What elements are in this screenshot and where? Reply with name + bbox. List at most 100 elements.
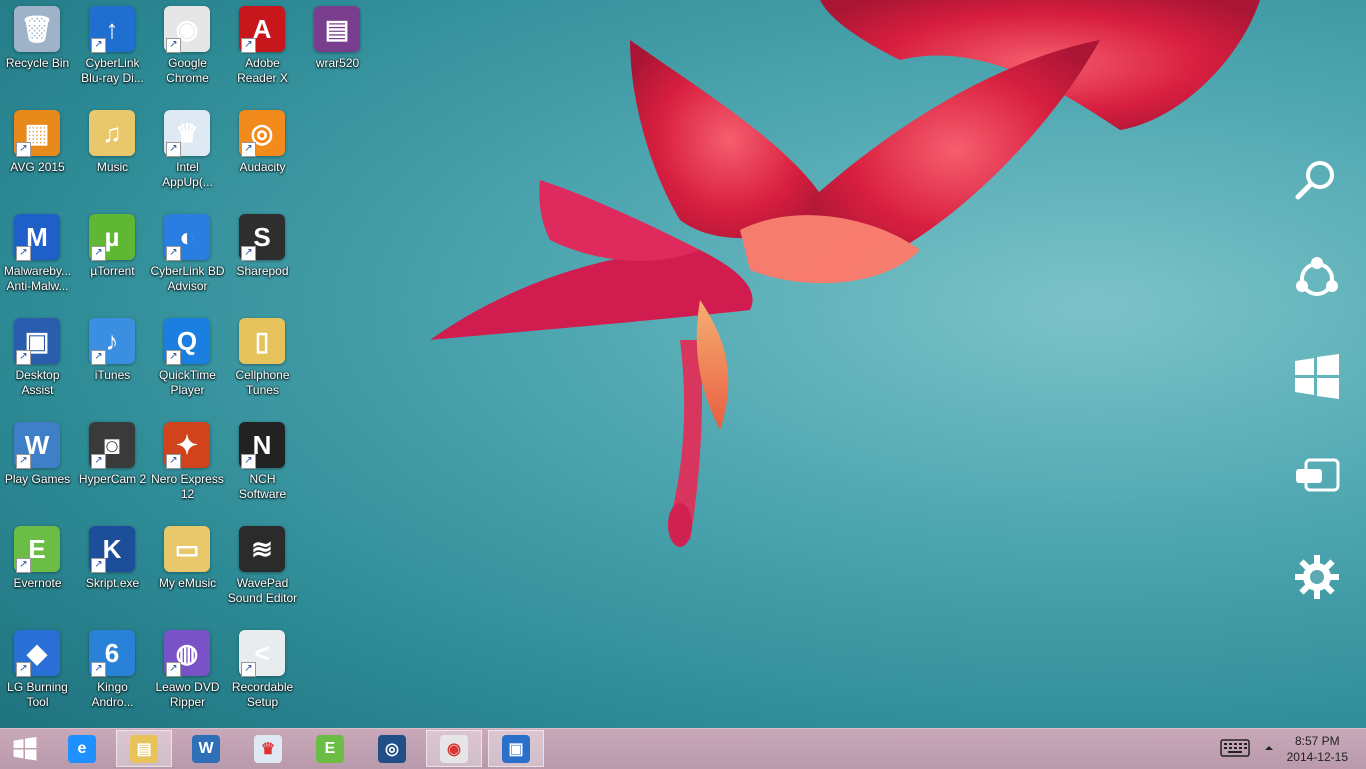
search-charm[interactable] [1292,155,1342,205]
desktop-icon[interactable]: ▦ ↗ AVG 2015 [0,104,75,204]
desktop-icon[interactable]: ◐ ↗ CyberLink BD Advisor [150,208,225,308]
desktop-icon[interactable]: ▭ My eMusic [150,520,225,620]
show-hidden-icons-button[interactable] [1262,741,1276,755]
shortcut-arrow-icon: ↗ [16,350,31,365]
shortcut-arrow-icon: ↗ [166,454,181,469]
shortcut-arrow-icon: ↗ [91,454,106,469]
taskbar-button[interactable]: W [178,730,234,767]
taskbar-button[interactable]: ◎ [364,730,420,767]
intel-appup-icon: ♛ [254,734,282,763]
desktop-icon[interactable]: ≋ WavePad Sound Editor [225,520,300,620]
desktop-icon[interactable]: A ↗ Adobe Reader X [225,0,300,100]
desktop-icon[interactable]: 🗑 Recycle Bin [0,0,75,100]
taskbar-button[interactable]: e [54,730,110,767]
taskbar-button[interactable] [0,730,50,767]
desktop-icon[interactable]: ▣ ↗ Desktop Assist [0,312,75,412]
gear-icon [1295,555,1339,599]
clock-time: 8:57 PM [1294,734,1340,748]
desktop-icon-label: Google Chrome [166,56,209,85]
winrar-icon: ▤ [314,6,360,52]
desktop-icon[interactable]: ✦ ↗ Nero Express 12 [150,416,225,516]
desktop-icon-label: Sharepod [236,264,289,278]
desktop-icon-label: HyperCam 2 [78,472,147,486]
desktop-icon-label: Music [96,160,129,174]
desktop-icon-label: Adobe Reader X [237,56,288,85]
shortcut-arrow-icon: ↗ [91,350,106,365]
desktop-icon-label: Audacity [239,160,286,174]
desktop-icon[interactable]: ◎ ↗ Audacity [225,104,300,204]
shortcut-arrow-icon: ↗ [241,246,256,261]
desktop-icon[interactable]: M ↗ Malwareby... Anti-Malw... [0,208,75,308]
charms-bar [1280,0,1366,728]
share-icon [1296,257,1338,296]
devices-icon [1296,458,1340,492]
desktop-icon[interactable]: 6 ↗ Kingo Andro... [75,624,150,724]
desktop-icon[interactable]: ↑ ↗ CyberLink Blu-ray Di... [75,0,150,100]
shortcut-arrow-icon: ↗ [241,38,256,53]
folder-icon: ♫ [89,110,135,156]
desktop-icon-label: CyberLink BD Advisor [150,264,225,293]
desktop-icon[interactable]: ◆ ↗ LG Burning Tool [0,624,75,724]
desktop-icon[interactable]: < ↗ Recordable Setup [225,624,300,724]
desktop-icon-label: Recycle Bin [5,56,70,70]
taskbar-button[interactable]: ◉ [426,730,482,767]
desktop-icon[interactable]: ♪ ↗ iTunes [75,312,150,412]
search-icon [1295,161,1334,200]
desktop-icon[interactable]: ▤ wrar520 [300,0,375,100]
desktop-icon-label: iTunes [94,368,131,382]
desktop-icon[interactable]: ♛ ↗ Intel AppUp(... [150,104,225,204]
shortcut-arrow-icon: ↗ [91,246,106,261]
desktop-icon-label: Desktop Assist [15,368,60,397]
shortcut-arrow-icon: ↗ [241,142,256,157]
shortcut-arrow-icon: ↗ [16,454,31,469]
system-clock[interactable]: 8:57 PM 2014-12-15 [1287,733,1348,765]
desktop-icon-label: Kingo Andro... [91,680,134,709]
desktop-icon[interactable]: ◍ ↗ Leawo DVD Ripper [150,624,225,724]
desktop-icon[interactable]: E ↗ Evernote [0,520,75,620]
desktop-icon[interactable]: ▯ Cellphone Tunes [225,312,300,412]
touch-keyboard-button[interactable] [1220,739,1250,757]
shortcut-arrow-icon: ↗ [166,662,181,677]
taskbar-button[interactable]: ▣ [488,730,544,767]
desktop-icon[interactable]: ◙ ↗ HyperCam 2 [75,416,150,516]
taskbar-button[interactable]: ♛ [240,730,296,767]
settings-charm[interactable] [1292,552,1342,602]
desktop-icon-label: CyberLink Blu-ray Di... [81,56,144,85]
desktop-icon-label: My eMusic [158,576,217,590]
devices-charm[interactable] [1292,452,1342,502]
desktop-icon[interactable]: W ↗ Play Games [0,416,75,516]
shortcut-arrow-icon: ↗ [241,662,256,677]
shortcut-arrow-icon: ↗ [166,142,181,157]
taskbar-button[interactable]: E [302,730,358,767]
desktop-icon[interactable]: N ↗ NCH Software [225,416,300,516]
share-charm[interactable] [1292,253,1342,303]
desktop-icon-label: Intel AppUp(... [162,160,213,189]
shortcut-arrow-icon: ↗ [16,142,31,157]
desktop-icon-label: WavePad Sound Editor [227,576,298,605]
windows-start-icon [11,735,39,763]
touch-keyboard-icon [1220,739,1250,757]
media-player-icon: ◎ [378,734,406,763]
desktop-icon-label: Leawo DVD Ripper [155,680,220,709]
shortcut-arrow-icon: ↗ [16,246,31,261]
desktop-icon[interactable]: S ↗ Sharepod [225,208,300,308]
wild-games-icon: W [192,734,220,763]
shortcut-arrow-icon: ↗ [91,38,106,53]
desktop-icon[interactable]: ♫ Music [75,104,150,204]
shortcut-arrow-icon: ↗ [16,558,31,573]
desktop-icon[interactable]: Q ↗ QuickTime Player [150,312,225,412]
wavepad-icon: ≋ [239,526,285,572]
desktop-icon[interactable]: K ↗ Skript.exe [75,520,150,620]
start-charm[interactable] [1292,352,1342,402]
desktop-icon-label: Play Games [4,472,71,486]
desktop-icon-label: QuickTime Player [159,368,216,397]
desktop-icon-label: AVG 2015 [10,160,65,174]
desktop-icon-label: LG Burning Tool [7,680,68,709]
taskbar-button[interactable]: ▤ [116,730,172,767]
desktop-icon-label: µTorrent [90,264,135,278]
desktop-icon[interactable]: µ ↗ µTorrent [75,208,150,308]
desktop-icon-label: Recordable Setup [231,680,294,709]
folder-icon: ▭ [164,526,210,572]
shortcut-arrow-icon: ↗ [16,662,31,677]
desktop-icon[interactable]: ◉ ↗ Google Chrome [150,0,225,100]
